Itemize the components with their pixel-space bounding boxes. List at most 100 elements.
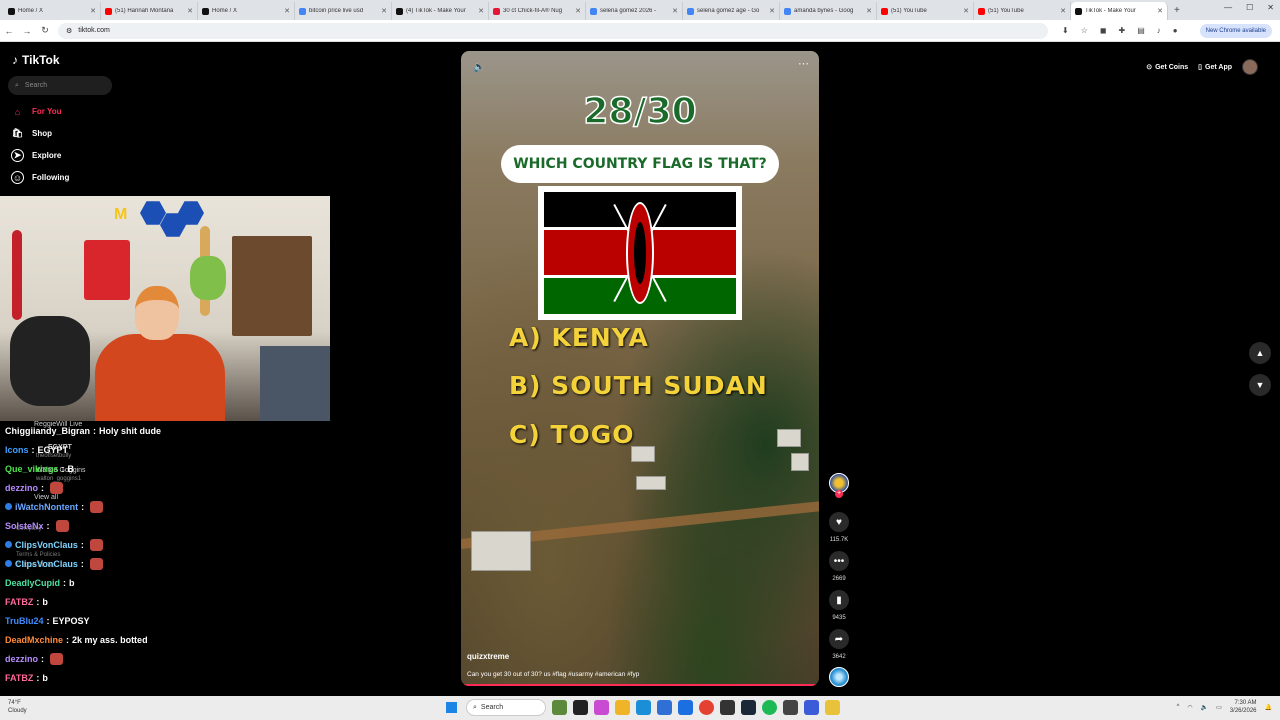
close-tab-icon[interactable]: ✕ bbox=[187, 7, 193, 15]
chat-message: Que_vikings: B bbox=[5, 459, 325, 478]
quiz-question: WHICH COUNTRY FLAG IS THAT? bbox=[501, 145, 779, 183]
reload-icon[interactable]: ↻ bbox=[36, 25, 54, 36]
volume-tray-icon[interactable]: 🔈 bbox=[1201, 704, 1208, 711]
windows-start-icon[interactable] bbox=[446, 702, 457, 713]
close-tab-icon[interactable]: ✕ bbox=[1157, 7, 1163, 15]
music-disc-icon[interactable] bbox=[829, 667, 849, 687]
get-app-button[interactable]: ▯ Get App bbox=[1198, 63, 1232, 72]
previous-video-button[interactable]: ▲ bbox=[1249, 342, 1271, 364]
get-coins-button[interactable]: ⊙ Get Coins bbox=[1146, 63, 1189, 72]
back-icon[interactable]: ← bbox=[0, 26, 18, 36]
browser-tab[interactable]: amanda bynes - Goog ✕ bbox=[780, 2, 877, 20]
close-window-icon[interactable]: ✕ bbox=[1267, 3, 1274, 12]
close-tab-icon[interactable]: ✕ bbox=[672, 7, 678, 15]
next-video-button[interactable]: ▼ bbox=[1249, 374, 1271, 396]
battery-icon[interactable]: ▭ bbox=[1216, 704, 1222, 711]
notification-icon[interactable]: 🔔 bbox=[1265, 704, 1272, 711]
more-options-icon[interactable]: ⋯ bbox=[798, 57, 809, 70]
sidebar-item-following[interactable]: ☺ Following bbox=[11, 171, 69, 184]
browser-tab[interactable]: (4) TikTok - Make Your ✕ bbox=[392, 2, 489, 20]
store-icon[interactable] bbox=[657, 700, 672, 715]
browser-tab[interactable]: (51) YouTube ✕ bbox=[974, 2, 1071, 20]
browser-tab[interactable]: bitcoin price live usd ✕ bbox=[295, 2, 392, 20]
forward-icon[interactable]: → bbox=[18, 26, 36, 36]
user-avatar[interactable] bbox=[1242, 59, 1258, 75]
home-icon: ⌂ bbox=[14, 106, 21, 117]
steam-icon[interactable] bbox=[741, 700, 756, 715]
chrome-icon[interactable] bbox=[699, 700, 714, 715]
chrome-update-button[interactable]: New Chrome available bbox=[1199, 24, 1272, 38]
quiz-option-a: A) KENYA bbox=[509, 323, 649, 352]
widget-app-icon[interactable] bbox=[552, 700, 567, 715]
browser-tab[interactable]: selena gomez 2026 - ✕ bbox=[586, 2, 683, 20]
mail-icon[interactable] bbox=[678, 700, 693, 715]
app-icon[interactable] bbox=[804, 700, 819, 715]
app-icon[interactable] bbox=[783, 700, 798, 715]
share-button[interactable]: ➦ bbox=[829, 629, 849, 649]
search-input[interactable]: ⌕ Search bbox=[8, 76, 112, 95]
chat-username: DeadlyCupid bbox=[5, 577, 61, 588]
browser-tab[interactable]: selena gomez age - Go ✕ bbox=[683, 2, 780, 20]
volume-icon[interactable]: 🔈 bbox=[473, 62, 485, 73]
tab-label: (51) YouTube bbox=[891, 8, 927, 14]
tab-label: TikTok - Make Your bbox=[1085, 8, 1136, 14]
site-info-icon[interactable]: ⚙ bbox=[66, 27, 72, 35]
browser-tab[interactable]: TikTok - Make Your ✕ bbox=[1071, 2, 1168, 20]
browser-tab[interactable]: (51) Hannah Montana ✕ bbox=[101, 2, 198, 20]
save-button[interactable]: ▮ bbox=[829, 590, 849, 610]
browser-tab[interactable]: Home / X ✕ bbox=[4, 2, 101, 20]
url-input[interactable]: ⚙ tiktok.com bbox=[58, 22, 1048, 39]
app-icon[interactable] bbox=[825, 700, 840, 715]
chat-username: TruBlu24 bbox=[5, 615, 44, 626]
app-icon[interactable] bbox=[720, 700, 735, 715]
close-tab-icon[interactable]: ✕ bbox=[381, 7, 387, 15]
video-player[interactable]: 🔈 ⋯ 28/30 WHICH COUNTRY FLAG IS THAT? A)… bbox=[461, 51, 819, 686]
new-tab-icon[interactable]: + bbox=[1174, 5, 1180, 16]
browser-tab[interactable]: Home / X ✕ bbox=[198, 2, 295, 20]
extension-icon[interactable]: ◼ bbox=[1100, 26, 1107, 35]
chat-separator: : bbox=[46, 520, 50, 531]
edge-icon[interactable] bbox=[636, 700, 651, 715]
sidebar-item-shop[interactable]: 🛍 Shop bbox=[11, 127, 52, 140]
task-view-icon[interactable] bbox=[573, 700, 588, 715]
tiktok-logo[interactable]: ♪ TikTok bbox=[12, 53, 60, 67]
sidebar-item-for-you[interactable]: ⌂ For You bbox=[11, 105, 62, 118]
comment-button[interactable]: ••• bbox=[829, 551, 849, 571]
copilot-icon[interactable] bbox=[594, 700, 609, 715]
weather-widget[interactable]: 74°F Cloudy bbox=[8, 699, 27, 715]
follow-plus-icon[interactable]: + bbox=[835, 490, 843, 498]
minimize-icon[interactable]: — bbox=[1224, 3, 1232, 12]
puzzle-icon[interactable]: ✚ bbox=[1119, 26, 1126, 35]
close-tab-icon[interactable]: ✕ bbox=[866, 7, 872, 15]
get-coins-label: Get Coins bbox=[1155, 63, 1189, 71]
close-tab-icon[interactable]: ✕ bbox=[575, 7, 581, 15]
like-button[interactable]: ♥ bbox=[829, 512, 849, 532]
chat-username: ClipsVonClaus bbox=[15, 558, 78, 569]
file-explorer-icon[interactable] bbox=[615, 700, 630, 715]
video-caption[interactable]: Can you get 30 out of 30? us #flag #usar… bbox=[467, 671, 639, 678]
maximize-icon[interactable]: ☐ bbox=[1246, 3, 1253, 12]
sidepanel-icon[interactable]: ▤ bbox=[1137, 26, 1145, 35]
tray-chevron-icon[interactable]: ^ bbox=[1177, 704, 1180, 710]
browser-tab[interactable]: (51) YouTube ✕ bbox=[877, 2, 974, 20]
close-tab-icon[interactable]: ✕ bbox=[284, 7, 290, 15]
close-tab-icon[interactable]: ✕ bbox=[1060, 7, 1066, 15]
taskbar-search[interactable]: ⌕ Search bbox=[466, 699, 546, 716]
chat-username: Icons bbox=[5, 444, 29, 455]
profile-icon[interactable]: ● bbox=[1173, 26, 1178, 35]
install-icon[interactable]: ⬇ bbox=[1062, 26, 1069, 35]
video-author[interactable]: quizxtreme bbox=[467, 652, 509, 661]
sidebar-item-explore[interactable]: ➤ Explore bbox=[11, 149, 61, 162]
sidebar-item-label: For You bbox=[32, 107, 62, 116]
spotify-icon[interactable] bbox=[762, 700, 777, 715]
close-tab-icon[interactable]: ✕ bbox=[478, 7, 484, 15]
wifi-icon[interactable]: ◠ bbox=[1187, 704, 1192, 711]
browser-tab[interactable]: 30 ct Chick-fil-A® Nug ✕ bbox=[489, 2, 586, 20]
star-icon[interactable]: ☆ bbox=[1081, 26, 1088, 35]
video-progress-bar[interactable] bbox=[461, 684, 819, 686]
close-tab-icon[interactable]: ✕ bbox=[963, 7, 969, 15]
close-tab-icon[interactable]: ✕ bbox=[769, 7, 775, 15]
media-icon[interactable]: ♪ bbox=[1157, 26, 1161, 35]
clock[interactable]: 7:30 AM 3/26/2026 bbox=[1230, 699, 1257, 715]
close-tab-icon[interactable]: ✕ bbox=[90, 7, 96, 15]
